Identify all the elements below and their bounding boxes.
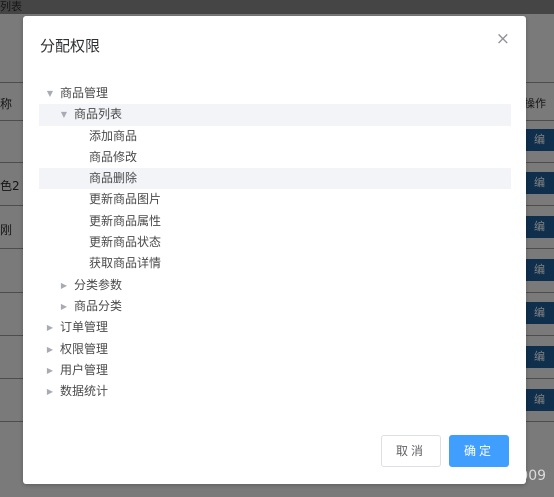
tree-node-label: 商品管理 bbox=[60, 86, 109, 100]
tree-node-permission-management[interactable]: ▶ 权限管理 bbox=[39, 339, 511, 360]
permission-tree: ▼ 商品管理 ▼ 商品列表 添加商品 商品修改 商品删除 更新商品图片 更新商品… bbox=[39, 83, 511, 402]
tree-node-delete-product[interactable]: 商品删除 bbox=[39, 168, 511, 190]
tree-node-label: 更新商品图片 bbox=[89, 192, 162, 207]
caret-right-icon[interactable]: ▶ bbox=[59, 275, 69, 296]
assign-permissions-dialog: 分配权限 × ▼ 商品管理 ▼ 商品列表 添加商品 商品修改 商品删除 更新商品… bbox=[23, 16, 526, 484]
confirm-button[interactable]: 确定 bbox=[449, 435, 509, 467]
tree-node-label: 商品删除 bbox=[89, 171, 138, 186]
tree-node-order-management[interactable]: ▶ 订单管理 bbox=[39, 317, 511, 338]
tree-node-product-management[interactable]: ▼ 商品管理 bbox=[39, 83, 511, 104]
tree-node-label: 订单管理 bbox=[60, 320, 109, 335]
tree-node-edit-product[interactable]: 商品修改 bbox=[39, 147, 511, 168]
tree-node-category-params[interactable]: ▶ 分类参数 bbox=[39, 275, 511, 296]
tree-node-product-categories[interactable]: ▶ 商品分类 bbox=[39, 296, 511, 317]
tree-node-label: 商品修改 bbox=[89, 149, 138, 164]
tree-node-label: 商品分类 bbox=[74, 298, 123, 313]
tree-node-get-product-details[interactable]: 获取商品详情 bbox=[39, 253, 511, 274]
tree-node-label: 获取商品详情 bbox=[89, 256, 162, 271]
tree-node-label: 数据统计 bbox=[60, 384, 109, 399]
tree-node-update-product-attributes[interactable]: 更新商品属性 bbox=[39, 211, 511, 232]
tree-node-update-product-status[interactable]: 更新商品状态 bbox=[39, 232, 511, 253]
caret-right-icon[interactable]: ▶ bbox=[45, 317, 55, 338]
tree-node-label: 商品列表 bbox=[74, 107, 123, 122]
caret-right-icon[interactable]: ▶ bbox=[45, 381, 55, 402]
tree-node-product-list[interactable]: ▼ 商品列表 bbox=[39, 104, 511, 126]
caret-right-icon[interactable]: ▶ bbox=[59, 296, 69, 317]
caret-right-icon[interactable]: ▶ bbox=[45, 360, 55, 381]
tree-node-label: 分类参数 bbox=[74, 277, 123, 292]
caret-right-icon[interactable]: ▶ bbox=[45, 339, 55, 360]
tree-node-update-product-image[interactable]: 更新商品图片 bbox=[39, 189, 511, 210]
watermark-text: https://blog.csdn.net/weixin_45860009 bbox=[273, 468, 547, 484]
cancel-button[interactable]: 取消 bbox=[381, 435, 441, 467]
tree-node-user-management[interactable]: ▶ 用户管理 bbox=[39, 360, 511, 381]
tree-node-add-product[interactable]: 添加商品 bbox=[39, 126, 511, 147]
tree-node-label: 更新商品属性 bbox=[89, 213, 162, 228]
caret-down-icon[interactable]: ▼ bbox=[59, 104, 69, 125]
dialog-title: 分配权限 bbox=[40, 37, 101, 55]
tree-node-label: 添加商品 bbox=[89, 128, 138, 143]
tree-node-data-statistics[interactable]: ▶ 数据统计 bbox=[39, 381, 511, 402]
tree-node-label: 用户管理 bbox=[60, 362, 109, 377]
tree-node-label: 更新商品状态 bbox=[89, 235, 162, 250]
tree-node-label: 权限管理 bbox=[60, 341, 109, 356]
caret-down-icon[interactable]: ▼ bbox=[45, 83, 55, 104]
close-icon[interactable]: × bbox=[496, 31, 510, 48]
